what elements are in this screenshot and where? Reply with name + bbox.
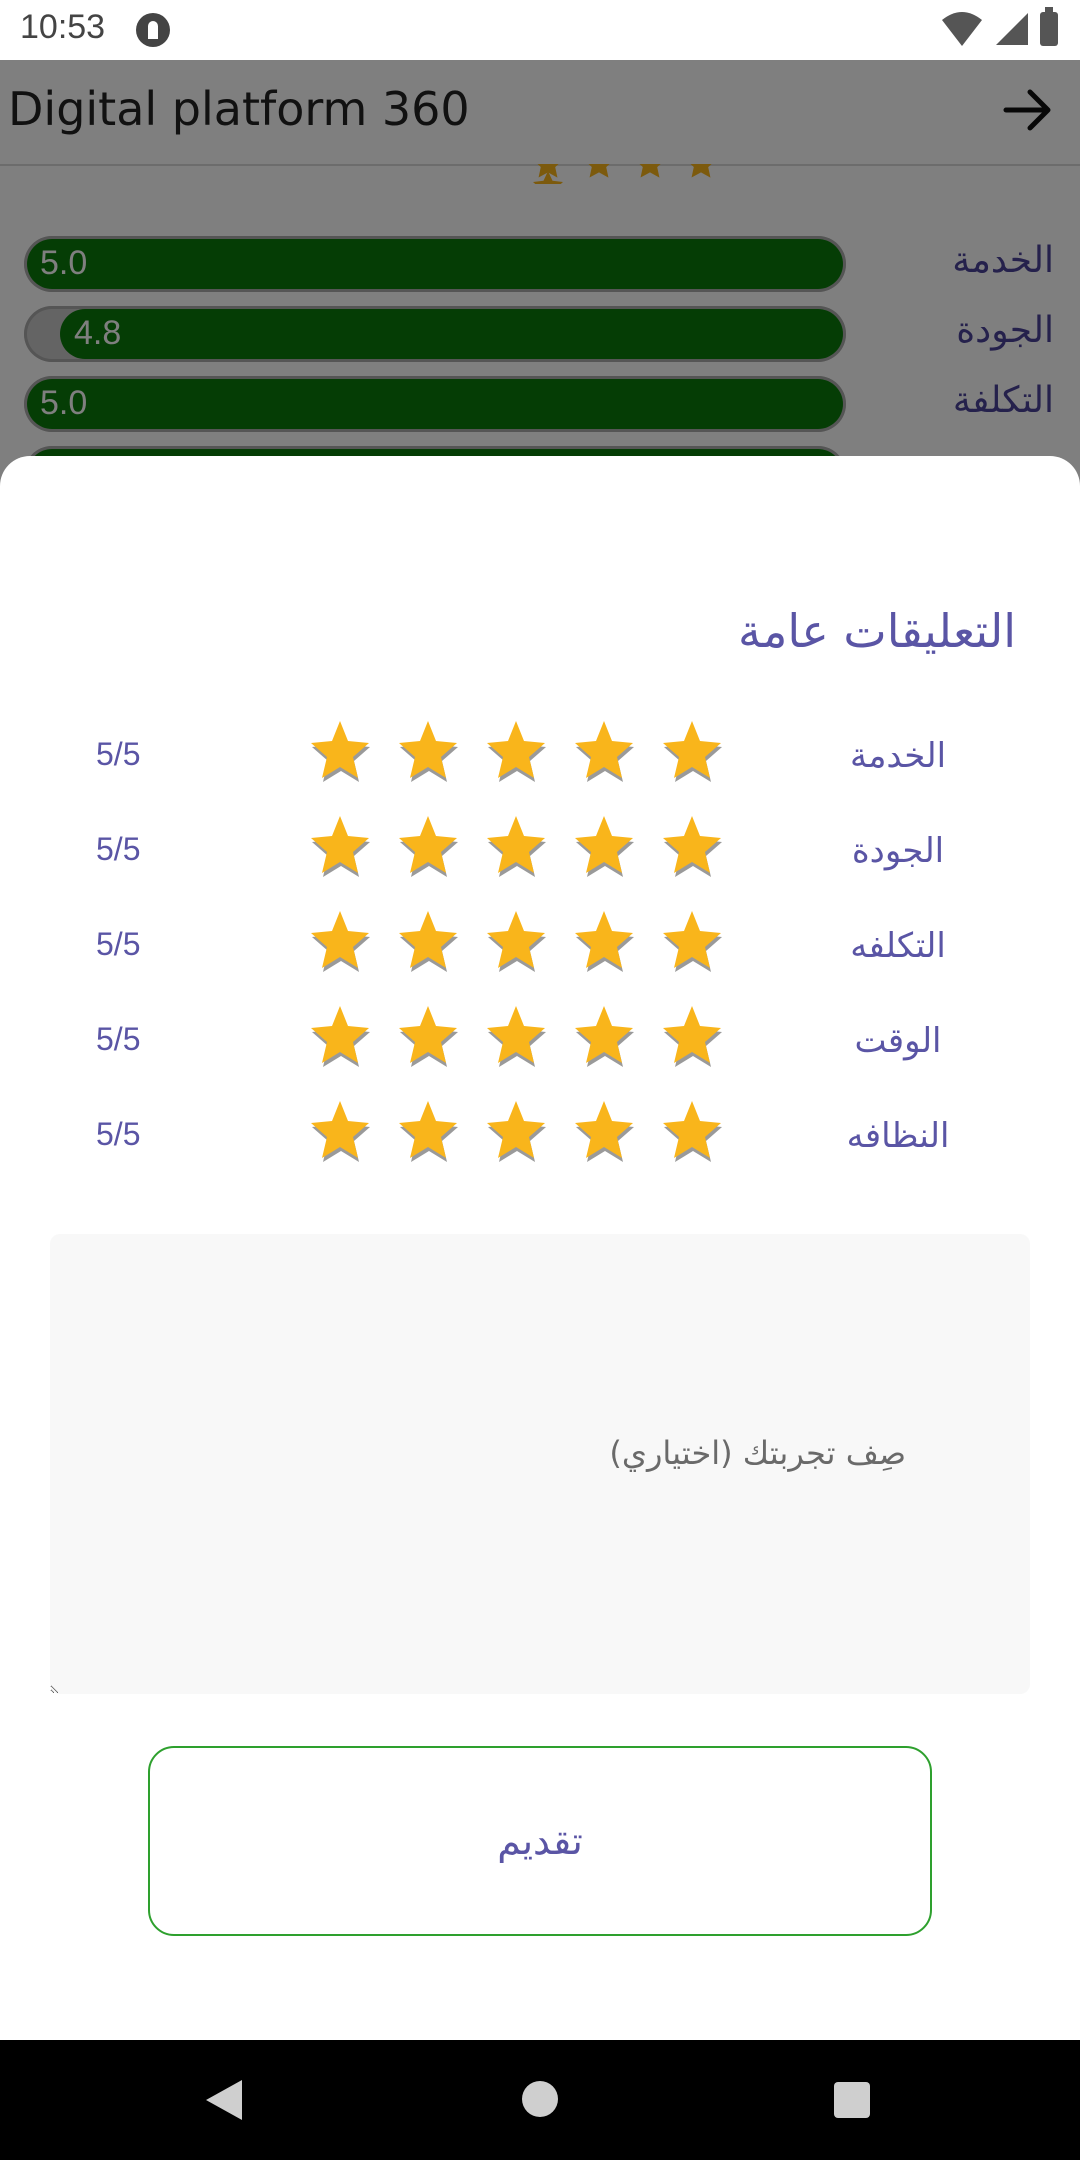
- star-icon[interactable]: [396, 813, 460, 881]
- criteria-score: 5/5: [96, 1021, 141, 1057]
- criteria-score: 5/5: [96, 1116, 141, 1152]
- star-icon[interactable]: [308, 908, 372, 976]
- status-time: 10:53: [20, 8, 106, 46]
- star-icon[interactable]: [308, 813, 372, 881]
- star-rating-control[interactable]: [308, 1003, 724, 1071]
- star-rating-control[interactable]: [308, 1098, 724, 1166]
- nav-recents-icon[interactable]: [834, 2082, 870, 2118]
- star-icon[interactable]: [484, 718, 548, 786]
- star-icon[interactable]: [308, 1098, 372, 1166]
- wifi-icon: [942, 12, 982, 46]
- star-icon[interactable]: [572, 1003, 636, 1071]
- criteria-label: النظافه: [846, 1116, 950, 1156]
- criteria-label: التكلفه: [850, 926, 946, 966]
- status-bar: 10:53: [0, 0, 1080, 60]
- navigation-bar: [0, 2040, 1080, 2160]
- nav-home-icon[interactable]: [522, 2081, 558, 2117]
- star-icon[interactable]: [308, 1003, 372, 1071]
- criteria-label: الوقت: [854, 1021, 942, 1061]
- star-icon[interactable]: [396, 908, 460, 976]
- star-icon[interactable]: [572, 908, 636, 976]
- star-icon[interactable]: [572, 813, 636, 881]
- submit-button[interactable]: تقديم: [148, 1746, 932, 1936]
- criteria-score: 5/5: [96, 926, 141, 962]
- criteria-row-service: 5/5 الخدمة: [0, 718, 1080, 798]
- battery-icon: [1040, 7, 1058, 46]
- criteria-row-cost: 5/5 التكلفه: [0, 908, 1080, 988]
- star-icon[interactable]: [660, 908, 724, 976]
- criteria-row-cleanliness: 5/5 النظافه: [0, 1098, 1080, 1178]
- star-icon[interactable]: [484, 1098, 548, 1166]
- sheet-title: التعليقات عامة: [738, 604, 1016, 658]
- star-icon[interactable]: [396, 718, 460, 786]
- comment-box: [50, 1234, 1030, 1694]
- star-icon[interactable]: [484, 908, 548, 976]
- criteria-row-time: 5/5 الوقت: [0, 1003, 1080, 1083]
- experience-comment-input[interactable]: [50, 1234, 1030, 1694]
- star-icon[interactable]: [484, 1003, 548, 1071]
- star-icon[interactable]: [660, 1003, 724, 1071]
- star-rating-control[interactable]: [308, 908, 724, 976]
- nav-back-icon[interactable]: [206, 2080, 242, 2120]
- star-icon[interactable]: [308, 718, 372, 786]
- star-rating-control[interactable]: [308, 813, 724, 881]
- star-icon[interactable]: [396, 1003, 460, 1071]
- status-icons: [940, 7, 1058, 48]
- star-icon[interactable]: [484, 813, 548, 881]
- star-icon[interactable]: [660, 718, 724, 786]
- criteria-label: الجودة: [851, 831, 945, 871]
- notification-app-icon: [136, 13, 170, 47]
- feedback-bottom-sheet: التعليقات عامة 5/5 الخدمة 5/5 الجودة 5/5…: [0, 456, 1080, 2040]
- signal-icon: [996, 13, 1028, 45]
- criteria-score: 5/5: [96, 736, 141, 772]
- star-icon[interactable]: [572, 718, 636, 786]
- criteria-score: 5/5: [96, 831, 141, 867]
- star-icon[interactable]: [396, 1098, 460, 1166]
- star-icon[interactable]: [660, 1098, 724, 1166]
- star-icon[interactable]: [660, 813, 724, 881]
- star-rating-control[interactable]: [308, 718, 724, 786]
- star-icon[interactable]: [572, 1098, 636, 1166]
- criteria-label: الخدمة: [849, 736, 947, 776]
- criteria-row-quality: 5/5 الجودة: [0, 813, 1080, 893]
